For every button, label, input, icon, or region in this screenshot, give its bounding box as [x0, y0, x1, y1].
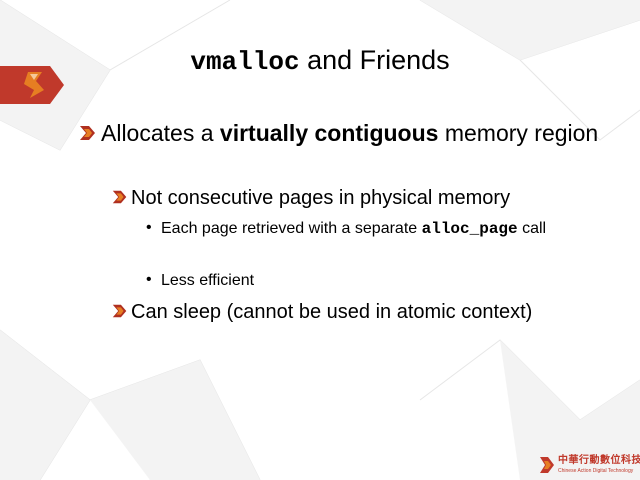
bullet1-text-post: memory region — [438, 120, 599, 146]
bullet-level2: Can sleep (cannot be used in atomic cont… — [131, 301, 533, 323]
bullet3-text-post: call — [517, 220, 547, 237]
title-text: and Friends — [299, 45, 450, 75]
bullet-arrow-icon — [80, 126, 95, 140]
title-code: vmalloc — [190, 47, 300, 77]
bullet-level2: Not consecutive pages in physical memory — [131, 187, 511, 209]
logo-chinese-name: 中華行動數位科技 — [558, 455, 640, 466]
bullet3-text-pre: Each page retrieved with a separate — [161, 220, 422, 237]
logo-english-name: Chinese Action Digital Technology — [558, 468, 634, 474]
bullet-dot: • — [146, 219, 152, 236]
bullet-level3: Each page retrieved with a separate allo… — [161, 218, 611, 240]
bullet-dot: • — [146, 271, 152, 288]
logo-mark-icon — [540, 457, 554, 473]
bullet1-text-pre: Allocates a — [101, 120, 220, 146]
slide-title: vmalloc and Friends — [0, 42, 640, 80]
company-logo: 中華行動數位科技 Chinese Action Digital Technolo… — [538, 453, 640, 479]
bullet-level1: Allocates a virtually contiguous memory … — [101, 118, 601, 148]
bullet-arrow-icon — [112, 190, 127, 204]
bullet-level3: Less efficient — [161, 272, 255, 289]
bullet-arrow-icon — [112, 304, 127, 318]
bullet3-code: alloc_page — [421, 220, 518, 238]
bullet1-text-bold: virtually contiguous — [219, 120, 439, 146]
